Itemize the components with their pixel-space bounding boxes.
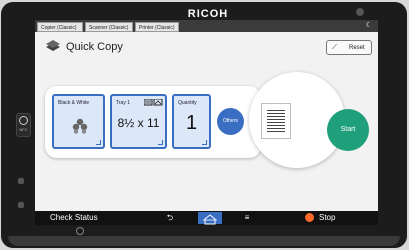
preview-line (267, 128, 285, 129)
tab-copier-classic[interactable]: Copier (Classic) (37, 22, 83, 32)
stop-icon (305, 213, 314, 222)
reset-icon: ⟋ (332, 44, 337, 51)
system-taskbar: Check Status ⮌ ≡ Stop (35, 211, 378, 225)
paper-tray-tile[interactable]: Tray 1 8½ x 11 (110, 94, 167, 149)
others-button[interactable]: Others (217, 108, 244, 135)
corner-mark (158, 140, 163, 145)
preview-line (267, 125, 285, 126)
color-mode-label: Black & White (58, 100, 90, 106)
page-title: Quick Copy (66, 41, 123, 53)
preview-line (267, 119, 285, 120)
check-status-button[interactable]: Check Status (50, 213, 98, 223)
brand-logo: RICOH (187, 8, 229, 20)
preview-line (267, 113, 285, 114)
touch-screen: Copier (Classic) Scanner (Classic) Print… (35, 20, 378, 225)
home-icon (203, 214, 217, 225)
reset-label: Reset (349, 45, 365, 51)
quantity-label: Quantity (178, 100, 197, 106)
quantity-tile[interactable]: Quantity 1 (172, 94, 211, 149)
stop-label: Stop (319, 213, 336, 222)
menu-icon[interactable]: ≡ (241, 212, 253, 224)
app-tab-bar: Copier (Classic) Scanner (Classic) Print… (35, 20, 378, 32)
nfc-ring-icon (19, 116, 28, 125)
back-icon[interactable]: ⮌ (164, 212, 176, 224)
paper-size-value: 8½ x 11 (117, 116, 160, 130)
nfc-button[interactable]: NFC (16, 113, 31, 137)
document-preview-icon (261, 103, 291, 139)
camera-icon (356, 8, 364, 16)
corner-mark (96, 140, 101, 145)
home-button[interactable] (198, 212, 222, 225)
copy-icon (46, 40, 60, 51)
sensor-icon (76, 227, 84, 235)
preview-line (267, 122, 285, 123)
corner-mark (202, 140, 207, 145)
preview-line (267, 116, 285, 117)
quantity-value: 1 (185, 112, 198, 134)
start-button[interactable]: Start (327, 109, 369, 151)
color-mode-tile[interactable]: Black & White (52, 94, 105, 149)
tab-scanner-classic[interactable]: Scanner (Classic) (85, 22, 133, 32)
color-dots-icon (72, 118, 88, 134)
preview-line (267, 131, 285, 132)
moon-icon[interactable]: ☾ (364, 22, 374, 30)
side-key-icon[interactable] (18, 178, 24, 184)
tray-icon (144, 99, 163, 106)
tab-printer-classic[interactable]: Printer (Classic) (135, 22, 179, 32)
side-key-icon[interactable] (18, 202, 24, 208)
preview-line (267, 110, 285, 111)
nfc-caption: NFC (19, 127, 28, 132)
reset-button[interactable]: ⟋ Reset (326, 40, 372, 55)
device-base (8, 236, 400, 246)
tray-label: Tray 1 (116, 100, 130, 106)
